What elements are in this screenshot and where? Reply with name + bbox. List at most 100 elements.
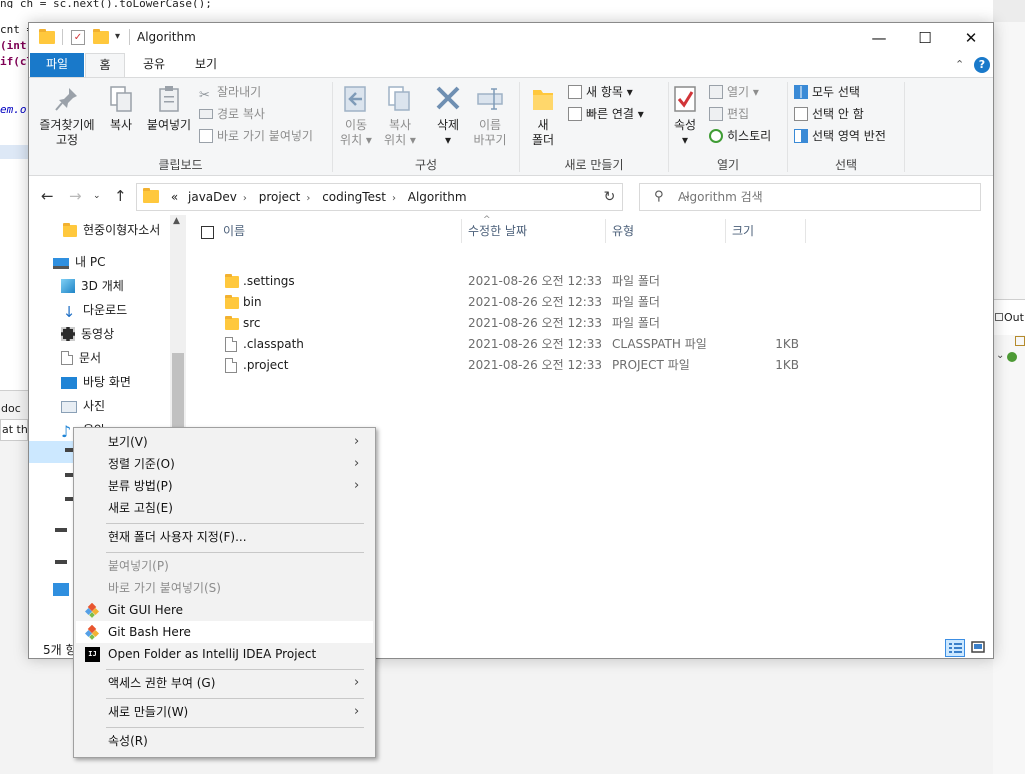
maximize-button[interactable]: ☐ [902,23,948,53]
edit-button[interactable]: 편집 [709,104,749,124]
chevron-down-icon[interactable]: ⌄ [996,350,1004,361]
title-bar[interactable]: ✓ ▾ Algorithm — ☐ ✕ [29,23,993,53]
rename-button[interactable]: 이름 바꾸기 [471,84,509,148]
details-view-icon[interactable] [945,639,965,657]
code-line-top: ng ch = sc.next().toLowerCase(); [0,0,212,8]
open-button[interactable]: 열기 ▾ [709,82,759,102]
properties-quick-icon[interactable]: ✓ [71,30,85,45]
menu-item-intellij[interactable]: IJ Open Folder as IntelliJ IDEA Project [76,643,373,665]
file-row[interactable]: bin 2021-08-26 오전 12:33 파일 폴더 [187,292,827,313]
nav-item-this-pc[interactable]: 내 PC [53,251,105,273]
file-row[interactable]: .project 2021-08-26 오전 12:33 PROJECT 파일 … [187,355,827,376]
copy-path-button[interactable]: 경로 복사 [199,104,265,124]
refresh-icon[interactable]: ↻ [597,183,623,211]
folder-icon [39,29,55,47]
select-none-button[interactable]: 선택 안 함 [794,104,864,124]
nav-item-3d-objects[interactable]: 3D 개체 [61,275,124,297]
easy-access-button[interactable]: 빠른 연결 ▾ [568,104,644,124]
menu-item-group-by[interactable]: 분류 방법(P) › [76,475,373,497]
file-row[interactable]: src 2021-08-26 오전 12:33 파일 폴더 [187,313,827,334]
tab-file[interactable]: 파일 [30,53,84,78]
close-button[interactable]: ✕ [948,23,993,53]
copy-to-button[interactable]: 복사 위치 ▾ [381,84,419,148]
breadcrumb-item[interactable]: codingTest [322,190,386,204]
menu-item-customize-folder[interactable]: 현재 폴더 사용자 지정(F)... [76,526,373,548]
select-all-button[interactable]: 모두 선택 [794,82,860,102]
column-divider[interactable] [605,219,606,243]
menu-item-properties[interactable]: 속성(R) [76,730,373,752]
new-folder-quick-icon[interactable] [93,29,109,47]
breadcrumb-item[interactable]: javaDev [188,190,237,204]
column-header-date[interactable]: 수정한 날짜 [468,219,527,243]
column-divider[interactable] [805,219,806,243]
copy-button[interactable]: 복사 [103,84,139,133]
tab-view[interactable]: 보기 [186,53,226,78]
back-arrow-icon[interactable]: ← [41,187,54,205]
new-item-button[interactable]: 새 항목 ▾ [568,82,633,102]
file-row[interactable]: .classpath 2021-08-26 오전 12:33 CLASSPATH… [187,334,827,355]
collapse-ribbon-icon[interactable]: ⌃ [955,58,964,71]
address-bar[interactable]: « javaDev › project › codingTest › Algorith… [136,183,691,211]
properties-button[interactable]: 속성 ▾ [669,84,701,148]
up-arrow-icon[interactable]: ↑ [114,187,127,205]
column-divider[interactable] [461,219,462,243]
large-icons-view-icon[interactable] [969,639,989,657]
search-input[interactable] [678,188,968,206]
menu-item-paste[interactable]: 붙여넣기(P) [76,555,373,577]
select-group-label: 선택 [834,158,858,172]
nav-item-documents[interactable]: 문서 [61,347,101,369]
column-header-name[interactable]: 이름 [223,219,245,243]
pin-quick-access-button[interactable]: 즐겨찾기에 고정 [35,84,99,148]
file-name: src [243,316,261,330]
breadcrumb-chevron-icon[interactable]: › [243,193,247,204]
delete-button[interactable]: 삭제 ▾ [431,84,465,148]
edit-icon [709,107,723,121]
nav-item-desktop[interactable]: 바탕 화면 [61,371,131,393]
nav-item-quick-folder[interactable]: 현중이형자소서 [63,219,160,241]
breadcrumb-item[interactable]: project [259,190,301,204]
breadcrumb-chevron-icon[interactable]: › [306,193,310,204]
menu-item-view[interactable]: 보기(V) › [76,431,373,453]
breadcrumb-item[interactable]: Algorithm [408,190,467,204]
menu-item-new[interactable]: 새로 만들기(W) › [76,701,373,723]
select-all-checkbox[interactable] [201,226,214,239]
file-row[interactable]: .settings 2021-08-26 오전 12:33 파일 폴더 [187,271,827,292]
nav-item-downloads[interactable]: ↓ 다운로드 [61,299,127,321]
nav-item-label: 바탕 화면 [83,375,131,389]
cut-button[interactable]: ✂ 잘라내기 [199,82,261,103]
menu-item-paste-shortcut[interactable]: 바로 가기 붙여넣기(S) [76,577,373,599]
column-header-size[interactable]: 크기 [732,219,754,243]
tab-home[interactable]: 홈 [85,53,125,78]
nav-item-videos[interactable]: 동영상 [61,323,114,345]
menu-item-git-gui[interactable]: Git GUI Here [76,599,373,621]
new-folder-button[interactable]: 새 폴더 [526,84,560,148]
paste-shortcut-button[interactable]: 바로 가기 붙여넣기 [199,126,313,146]
folder-icon [225,295,239,309]
column-header-type[interactable]: 유형 [612,219,634,243]
context-menu: 보기(V) › 정렬 기준(O) › 분류 방법(P) › 새로 고침(E) 현재 폴… [73,427,376,758]
select-all-label: 모두 선택 [812,85,860,99]
help-icon[interactable]: ? [974,57,990,73]
invert-selection-button[interactable]: 선택 영역 반전 [794,126,886,146]
forward-arrow-icon[interactable]: → [69,187,82,205]
menu-item-refresh[interactable]: 새로 고침(E) [76,497,373,519]
column-divider[interactable] [725,219,726,243]
tab-share[interactable]: 공유 [134,53,174,78]
paste-button[interactable]: 붙여넣기 [143,84,195,133]
nav-item-pictures[interactable]: 사진 [61,395,105,417]
recent-locations-icon[interactable]: ⌄ [93,191,101,201]
menu-item-give-access[interactable]: 액세스 권한 부여 (G) › [76,672,373,694]
menu-separator [106,669,364,670]
file-name: .classpath [243,337,304,351]
move-to-button[interactable]: 이동 위치 ▾ [337,84,375,148]
scroll-up-icon[interactable]: ▲ [173,216,180,226]
menu-item-git-bash[interactable]: Git Bash Here [76,621,373,643]
menu-item-sort-by[interactable]: 정렬 기준(O) › [76,453,373,475]
history-button[interactable]: 히스토리 [709,126,771,146]
minimize-button[interactable]: — [856,23,902,53]
customize-quick-access-icon[interactable]: ▾ [115,31,120,42]
breadcrumb-chevron-icon[interactable]: › [392,193,396,204]
breadcrumb-overflow[interactable]: « [171,190,178,204]
search-box: ⚲ [639,183,981,211]
outline-tab[interactable]: Out [993,299,1025,335]
